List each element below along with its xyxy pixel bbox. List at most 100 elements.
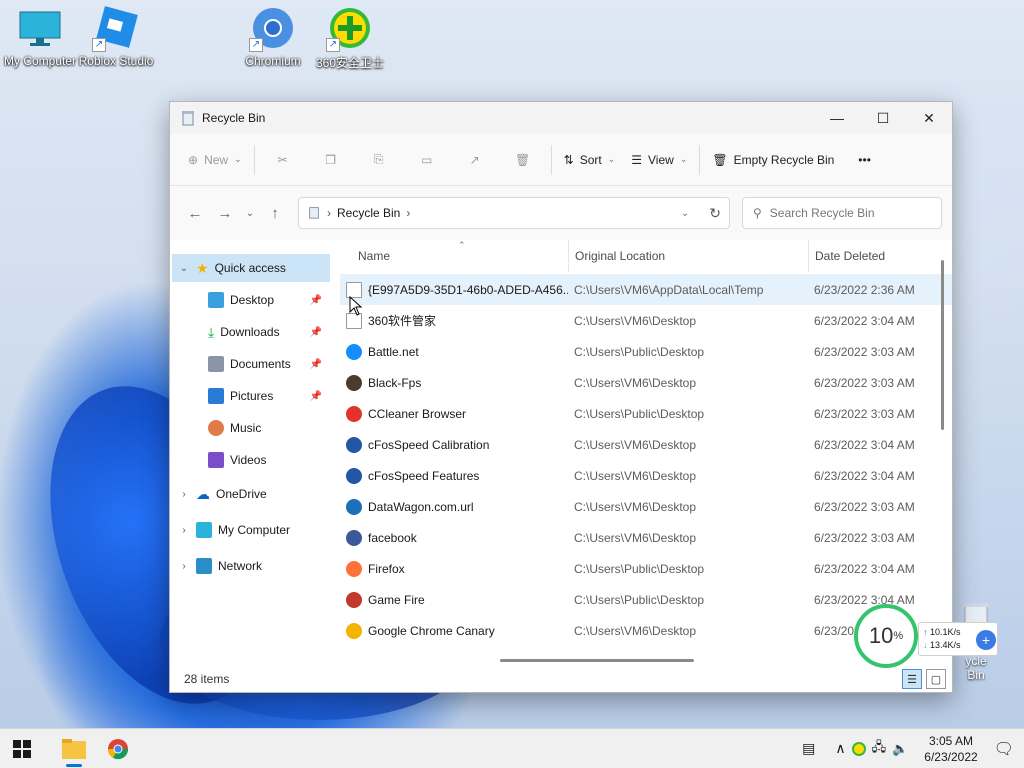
vertical-scrollbar[interactable]	[941, 260, 944, 430]
file-name: Google Chrome Canary	[368, 623, 495, 638]
file-name: Battle.net	[368, 344, 419, 359]
speaker-icon[interactable]: 🔈	[892, 741, 908, 757]
rename-button[interactable]: ▭	[403, 143, 451, 177]
file-row[interactable]: cFosSpeed Calibration C:\Users\VM6\Deskto…	[340, 429, 952, 460]
sort-ascending-icon: ⌃	[458, 240, 466, 250]
more-options-button[interactable]: •••	[850, 143, 879, 177]
desktop-icon-my-computer[interactable]: My Computer	[0, 0, 80, 68]
column-header-date[interactable]: Date Deleted	[808, 240, 938, 272]
minimize-button[interactable]: —	[814, 102, 860, 134]
back-arrow-icon[interactable]: ←	[180, 198, 210, 228]
network-speed-widget[interactable]: ↑ 10.1K/s ↓ 13.4K/s + 10%	[854, 604, 1004, 674]
chevron-up-icon[interactable]: ∧	[835, 740, 845, 757]
delete-button[interactable]: 🗑	[499, 143, 547, 177]
empty-recycle-bin-button[interactable]: 🗑 Empty Recycle Bin	[704, 143, 842, 177]
breadcrumb-item[interactable]: Recycle Bin	[337, 206, 400, 220]
command-separator	[253, 144, 255, 175]
file-name: cFosSpeed Features	[368, 468, 480, 483]
sidebar-item-downloads[interactable]: ⤓ Downloads 📌	[172, 318, 330, 346]
360-tray-icon[interactable]	[851, 741, 866, 756]
pictures-icon	[208, 388, 224, 404]
sidebar-item-onedrive[interactable]: › ☁ OneDrive	[172, 480, 330, 508]
file-location: C:\Users\VM6\Desktop	[574, 375, 697, 390]
column-header-location[interactable]: Original Location	[568, 240, 808, 272]
sidebar-item-label: Videos	[230, 453, 267, 467]
file-row[interactable]: Firefox C:\Users\Public\Desktop 6/23/2022 …	[340, 553, 952, 584]
file-name-cell: DataWagon.com.url	[340, 498, 568, 515]
address-bar[interactable]: › Recycle Bin › ⌄ ↻	[298, 197, 730, 229]
sidebar-item-pictures[interactable]: Pictures 📌	[172, 382, 330, 410]
file-row[interactable]: CCleaner Browser C:\Users\Public\Desktop 6…	[340, 398, 952, 429]
file-name: Black-Fps	[368, 375, 422, 390]
sidebar-item-documents[interactable]: Documents 📌	[172, 350, 330, 378]
start-button[interactable]	[0, 729, 44, 768]
file-row[interactable]: Battle.net C:\Users\Public\Desktop 6/23/20…	[340, 336, 952, 367]
file-row[interactable]: {E997A5D9-35D1-46b0-ADED-A456... C:\Users…	[340, 274, 952, 305]
chevron-right-icon[interactable]: ›	[178, 489, 190, 500]
file-row[interactable]: facebook C:\Users\VM6\Desktop 6/23/2022 3:…	[340, 522, 952, 553]
file-name-cell: cFosSpeed Calibration	[340, 436, 568, 453]
plus-icon[interactable]: +	[976, 630, 996, 650]
maximize-button[interactable]: ☐	[860, 102, 906, 134]
shortcut-arrow-icon: ↗	[92, 38, 106, 52]
chevron-right-icon[interactable]: ›	[178, 525, 190, 536]
sidebar-item-my-computer[interactable]: › My Computer	[172, 516, 330, 544]
sidebar-item-music[interactable]: Music	[172, 414, 330, 442]
network-tray-icon[interactable]: 🖧	[872, 738, 887, 760]
videos-icon	[208, 452, 224, 468]
file-row[interactable]: Black-Fps C:\Users\VM6\Desktop 6/23/2022 3…	[340, 367, 952, 398]
plus-circle-icon: ⊕	[188, 152, 199, 167]
file-name-cell: Battle.net	[340, 343, 568, 360]
taskbar-chrome[interactable]	[96, 729, 140, 768]
view-button[interactable]: ☰ View ⌄	[623, 143, 695, 177]
file-row[interactable]: DataWagon.com.url C:\Users\VM6\Desktop 6/2…	[340, 491, 952, 522]
file-location: C:\Users\VM6\Desktop	[574, 468, 697, 483]
file-location: C:\Users\VM6\Desktop	[574, 499, 697, 514]
file-date: 6/23/2022 3:04 AM	[814, 468, 915, 483]
file-name-cell: CCleaner Browser	[340, 405, 568, 422]
desktop-icon-roblox-studio[interactable]: ↗ Roblox Studio	[76, 0, 156, 68]
news-widget-icon[interactable]: ▤	[802, 740, 815, 757]
file-row[interactable]: cFosSpeed Features C:\Users\VM6\Desktop 6/…	[340, 460, 952, 491]
cut-button[interactable]: ✂	[259, 143, 307, 177]
file-name-cell: facebook	[340, 529, 568, 546]
sidebar-item-videos[interactable]: Videos	[172, 446, 330, 474]
desktop-icon-360[interactable]: ↗ 360安全卫士	[310, 0, 390, 71]
column-header-name[interactable]: Name ⌃	[340, 240, 568, 272]
paste-button[interactable]: ⎘	[355, 143, 403, 177]
view-label: View	[648, 152, 674, 167]
rename-icon: ▭	[420, 152, 433, 167]
close-button[interactable]: ✕	[906, 102, 952, 134]
sidebar-item-desktop[interactable]: Desktop 📌	[172, 286, 330, 314]
refresh-icon[interactable]: ↻	[709, 205, 721, 222]
new-button[interactable]: ⊕ New ⌄	[180, 143, 250, 177]
monitor-icon	[18, 6, 62, 50]
chevron-right-icon[interactable]: ›	[178, 561, 190, 572]
file-location: C:\Users\Public\Desktop	[574, 344, 705, 359]
sidebar-item-quick-access[interactable]: ⌄ ★ Quick access	[172, 254, 330, 282]
clock[interactable]: 3:05 AM 6/23/2022	[914, 733, 987, 765]
desktop-folder-icon	[208, 292, 224, 308]
taskbar-file-explorer[interactable]	[52, 729, 96, 768]
clipboard-icon: ⎘	[373, 152, 384, 166]
search-box[interactable]: ⚲ Search Recycle Bin	[742, 197, 942, 229]
desktop-icon-chromium[interactable]: ↗ Chromium	[233, 0, 313, 68]
forward-arrow-icon[interactable]: →	[210, 198, 240, 228]
up-arrow-icon[interactable]: ↑	[260, 198, 290, 228]
chrome-icon	[107, 738, 129, 759]
title-bar[interactable]: Recycle Bin — ☐ ✕	[170, 102, 952, 134]
recent-chevron-icon[interactable]: ⌄	[240, 198, 260, 228]
address-dropdown-icon[interactable]: ⌄	[681, 208, 689, 219]
file-row[interactable]: 360软件管家 C:\Users\VM6\Desktop 6/23/2022 3:0…	[340, 305, 952, 336]
explorer-body: ⌄ ★ Quick access Desktop 📌 ⤓ Downloads 📌…	[170, 240, 952, 666]
breadcrumb-separator-icon[interactable]: ›	[406, 206, 410, 220]
sort-button[interactable]: ⇅ Sort ⌄	[556, 143, 624, 177]
horizontal-scrollbar[interactable]	[500, 659, 694, 662]
notification-icon[interactable]: 🗨	[994, 739, 1014, 759]
share-button[interactable]: ↗	[451, 143, 499, 177]
copy-button[interactable]: ❐	[307, 143, 355, 177]
file-name-cell: Black-Fps	[340, 374, 568, 391]
gauge-unit: %	[893, 630, 904, 642]
chevron-down-icon[interactable]: ⌄	[178, 263, 190, 274]
sidebar-item-network[interactable]: › Network	[172, 552, 330, 580]
